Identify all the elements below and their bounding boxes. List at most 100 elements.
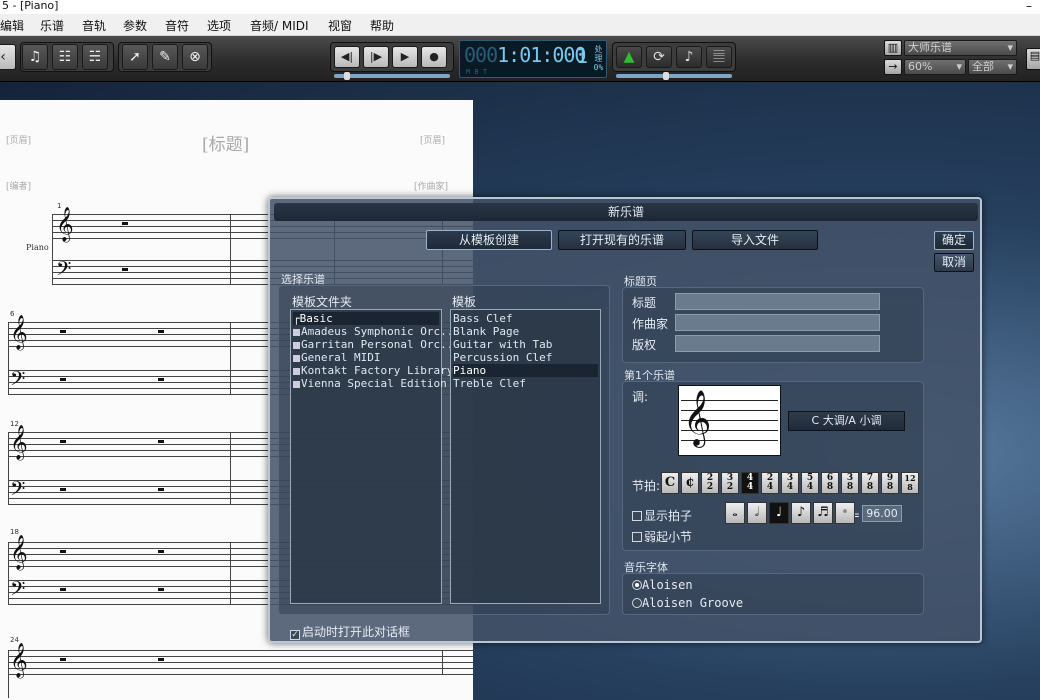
checkbox-icon[interactable] [632,532,642,542]
minimize-button[interactable]: – [1026,0,1032,12]
sixteenth-note-icon[interactable]: ♬ [813,502,833,524]
radio-icon[interactable] [632,598,642,608]
note-input-icon[interactable]: ♪ [676,46,702,68]
template-item[interactable]: Percussion Clef [453,351,552,364]
show-beat-checkbox[interactable]: 显示拍子 [632,507,692,524]
panel-toggle-icon[interactable]: ▤ [1026,48,1040,70]
time-sig-6-8[interactable]: 68 [821,472,839,494]
staff-system-5[interactable]: 𝄞 [8,646,473,698]
template-item[interactable]: Bass Clef [453,312,513,325]
menu-audio-midi[interactable]: 音频/ MIDI [250,17,309,34]
key-signature-select[interactable]: C 大调/A 小调 [788,411,905,431]
rewind-icon[interactable]: ◀| [334,46,360,68]
playback-position-slider[interactable] [334,74,450,78]
menu-track[interactable]: 音轨 [82,17,106,34]
folder-item[interactable]: Vienna Special Edition [293,377,447,390]
template-folders-list[interactable]: ┌Basic Amadeus Symphonic Orc... Garritan… [290,309,460,604]
pickup-measure-checkbox[interactable]: 弱起小节 [632,528,692,545]
folder-item[interactable]: General MIDI [293,351,380,364]
time-sig-12-8[interactable]: 12 8 [901,472,919,494]
loop-icon[interactable]: ⟳ [646,46,672,68]
template-item[interactable]: Piano [453,364,598,377]
zoom-select[interactable]: 60% ▾ [904,59,966,75]
back-icon[interactable]: ‹ [0,44,16,70]
expand-icon[interactable] [293,328,300,336]
note-icon[interactable]: ♫ [22,44,48,70]
playback-position-knob[interactable] [344,72,350,80]
menu-notes[interactable]: 音符 [165,17,189,34]
folder-item[interactable]: Amadeus Symphonic Orc... [293,325,460,338]
startup-checkbox[interactable]: ✓ 启动时打开此对话框 [290,623,410,640]
tempo-input[interactable]: 96.00 [862,505,902,522]
time-sig-3-2[interactable]: 32 [721,472,739,494]
quarter-note-icon[interactable]: ♩ [769,502,789,524]
tab-open-existing[interactable]: 打开现有的乐谱 [558,230,686,250]
arranger-placeholder: [编者] [6,182,32,192]
checkbox-icon[interactable] [632,511,642,521]
font-option-aloisen[interactable]: Aloisen [632,578,693,592]
time-sig-9-8[interactable]: 98 [881,472,899,494]
time-sig-2-4[interactable]: 24 [761,472,779,494]
cancel-button[interactable]: 取消 [934,253,974,272]
time-sig-common[interactable]: C [661,472,679,494]
tab-import-file[interactable]: 导入文件 [692,230,818,250]
expand-icon[interactable] [293,354,300,362]
time-sig-cut[interactable]: ¢ [681,472,699,494]
pencil-icon[interactable]: ✎ [152,44,178,70]
menu-edit[interactable]: 编辑 [0,17,24,34]
mixer-icon[interactable]: ☷ [52,44,78,70]
play-from-start-icon[interactable]: |▶ [363,46,389,68]
cancel-icon[interactable]: ⊗ [182,44,208,70]
staff-icon[interactable]: 𝄚 [706,46,732,68]
dotted-note-icon[interactable]: • [835,502,855,524]
menu-window[interactable]: 视窗 [328,17,352,34]
arrow-right-icon[interactable]: → [884,59,902,75]
folder-item[interactable]: Kontakt Factory Library [293,364,453,377]
mixer-alt-icon[interactable]: ☵ [82,44,108,70]
templates-list[interactable]: Bass Clef Blank Page Guitar with Tab Per… [450,309,601,604]
ok-button[interactable]: 确定 [934,231,974,250]
template-item[interactable]: Treble Clef [453,377,526,390]
folder-item[interactable]: Garritan Personal Orc... [293,338,460,351]
copyright-field[interactable] [675,335,880,352]
tempo-slider[interactable] [616,74,732,78]
checkbox-checked-icon[interactable]: ✓ [290,630,300,640]
template-item[interactable]: Blank Page [453,325,519,338]
record-icon[interactable]: ● [421,46,447,68]
time-sig-2-2[interactable]: 22 [701,472,719,494]
time-sig-5-4[interactable]: 54 [801,472,819,494]
scope-select[interactable]: 全部 ▾ [968,59,1017,75]
whole-note-icon[interactable]: 𝅝 [725,502,745,524]
expand-icon[interactable] [293,380,300,388]
chevron-down-icon: ▾ [956,60,962,73]
time-sig-3-8[interactable]: 38 [841,472,859,494]
tempo-slider-knob[interactable] [663,72,669,80]
expand-icon[interactable] [293,367,300,375]
font-option-aloisen-groove[interactable]: Aloisen Groove [632,596,743,610]
expand-icon[interactable] [293,341,300,349]
composer-field[interactable] [675,314,880,331]
title-field[interactable] [675,293,880,310]
templates-header: 模板 [452,295,477,309]
menu-help[interactable]: 帮助 [370,17,394,34]
score-view-icon[interactable]: ▥ [884,40,902,56]
radio-selected-icon[interactable] [632,580,642,590]
half-note-icon[interactable]: 𝅗𝅥 [747,502,767,524]
play-icon[interactable]: ▶ [392,46,418,68]
folder-item[interactable]: ┌Basic [293,312,439,325]
eighth-note-icon[interactable]: ♪ [791,502,811,524]
score-title-placeholder[interactable]: [标题] [202,130,249,155]
time-sig-3-4[interactable]: 34 [781,472,799,494]
menu-options[interactable]: 选项 [207,17,231,34]
time-sig-7-8[interactable]: 78 [861,472,879,494]
time-sig-4-4[interactable]: 44 [741,472,759,494]
time-leading-zeros: 000 [464,43,498,67]
select-arrow-icon[interactable]: ➚ [122,44,148,70]
menu-params[interactable]: 参数 [123,17,147,34]
tab-from-template[interactable]: 从模板创建 [426,230,552,250]
menu-score[interactable]: 乐谱 [40,17,64,34]
template-item[interactable]: Guitar with Tab [453,338,552,351]
score-layout-select[interactable]: 大师乐谱 ▾ [904,40,1017,56]
metronome-icon[interactable]: ▲ [616,46,642,68]
zoom-value: 60% [908,60,933,73]
